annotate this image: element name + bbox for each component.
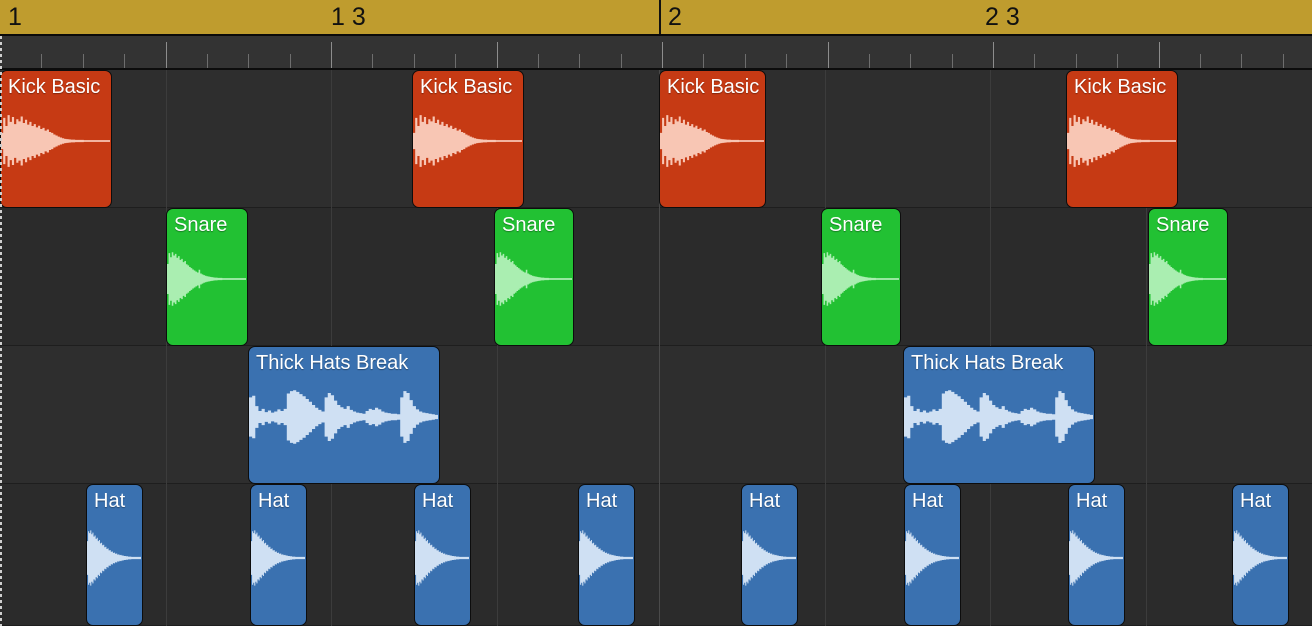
clip-hat-5[interactable]: Hat [741, 484, 798, 626]
clip-hat-2[interactable]: Hat [250, 484, 307, 626]
subdivision-tick [703, 54, 704, 68]
subdivision-tick [910, 54, 911, 68]
clip-title: Hat [1076, 490, 1108, 512]
clip-kick-1[interactable]: Kick Basic [0, 70, 112, 208]
clip-title: Hat [258, 490, 290, 512]
clip-title: Snare [1156, 214, 1210, 236]
clip-snare-1[interactable]: Snare [166, 208, 248, 346]
clip-title: Hat [94, 490, 126, 512]
beat-tick [166, 42, 167, 68]
subdivision-tick [414, 54, 415, 68]
break-track[interactable] [0, 346, 1312, 484]
waveform [415, 528, 470, 588]
clip-title: Hat [586, 490, 618, 512]
subdivision-tick [745, 54, 746, 68]
subdivision-tick [248, 54, 249, 68]
waveform [1067, 112, 1177, 170]
subdivision-tick [124, 54, 125, 68]
clip-title: Hat [422, 490, 454, 512]
subdivision-tick [207, 54, 208, 68]
waveform [904, 388, 1094, 446]
clip-hat-8[interactable]: Hat [1232, 484, 1289, 626]
clip-snare-4[interactable]: Snare [1148, 208, 1228, 346]
waveform [1233, 528, 1288, 588]
clip-title: Snare [829, 214, 883, 236]
waveform [167, 250, 247, 308]
waveform [251, 528, 306, 588]
subdivision-tick [1117, 54, 1118, 68]
clip-hat-1[interactable]: Hat [86, 484, 143, 626]
waveform [905, 528, 960, 588]
waveform [579, 528, 634, 588]
waveform [822, 250, 900, 308]
waveform [742, 528, 797, 588]
clip-title: Kick Basic [420, 76, 513, 98]
subdivision-tick [952, 54, 953, 68]
subdivision-tick [1283, 54, 1284, 68]
beat-tick [993, 42, 994, 68]
waveform [87, 528, 142, 588]
bar-label: 2 [668, 3, 682, 31]
subdivision-tick [290, 54, 291, 68]
waveform [660, 112, 765, 170]
bar-label: 1 3 [331, 3, 366, 31]
clip-title: Hat [1240, 490, 1272, 512]
clip-break-1[interactable]: Thick Hats Break [248, 346, 440, 484]
clip-title: Kick Basic [667, 76, 760, 98]
subdivision-tick [621, 54, 622, 68]
clip-hat-3[interactable]: Hat [414, 484, 471, 626]
waveform [1, 112, 111, 170]
subdivision-tick [1200, 54, 1201, 68]
waveform [1069, 528, 1124, 588]
beat-tick [331, 42, 332, 68]
clip-title: Kick Basic [8, 76, 101, 98]
bar-ruler[interactable]: 1 1 3 2 2 3 [0, 0, 1312, 36]
clip-kick-4[interactable]: Kick Basic [1066, 70, 1178, 208]
clip-title: Thick Hats Break [911, 352, 1064, 374]
waveform [1149, 250, 1227, 308]
beat-tick [497, 42, 498, 68]
subdivision-tick [41, 54, 42, 68]
clip-title: Snare [502, 214, 556, 236]
subdivision-tick [869, 54, 870, 68]
clip-hat-4[interactable]: Hat [578, 484, 635, 626]
clip-kick-2[interactable]: Kick Basic [412, 70, 524, 208]
clip-snare-2[interactable]: Snare [494, 208, 574, 346]
subdivision-tick [455, 54, 456, 68]
waveform [413, 112, 523, 170]
subdivision-tick [538, 54, 539, 68]
bar-label: 2 3 [985, 3, 1020, 31]
bar-divider [659, 0, 661, 34]
clip-hat-7[interactable]: Hat [1068, 484, 1125, 626]
arrangement-timeline[interactable]: 11 322 3 Kick Basic Kick Basic Kick Basic K… [0, 0, 1312, 626]
beat-tick [828, 42, 829, 68]
clip-break-2[interactable]: Thick Hats Break [903, 346, 1095, 484]
clip-kick-3[interactable]: Kick Basic [659, 70, 766, 208]
clip-title: Hat [749, 490, 781, 512]
subdivision-tick [372, 54, 373, 68]
track-lanes[interactable]: Kick Basic Kick Basic Kick Basic Kick Basic… [0, 70, 1312, 626]
clip-title: Thick Hats Break [256, 352, 409, 374]
subdivision-tick [579, 54, 580, 68]
subdivision-tick [786, 54, 787, 68]
waveform [249, 388, 439, 446]
subdivision-tick [1034, 54, 1035, 68]
tick-ruler[interactable] [0, 36, 1312, 70]
subdivision-tick [1076, 54, 1077, 68]
subdivision-tick [1241, 54, 1242, 68]
beat-tick [662, 42, 663, 68]
beat-tick [1159, 42, 1160, 68]
clip-title: Snare [174, 214, 228, 236]
clip-title: Hat [912, 490, 944, 512]
clip-title: Kick Basic [1074, 76, 1167, 98]
subdivision-tick [83, 54, 84, 68]
bar-label: 1 [8, 3, 22, 31]
clip-snare-3[interactable]: Snare [821, 208, 901, 346]
clip-hat-6[interactable]: Hat [904, 484, 961, 626]
waveform [495, 250, 573, 308]
